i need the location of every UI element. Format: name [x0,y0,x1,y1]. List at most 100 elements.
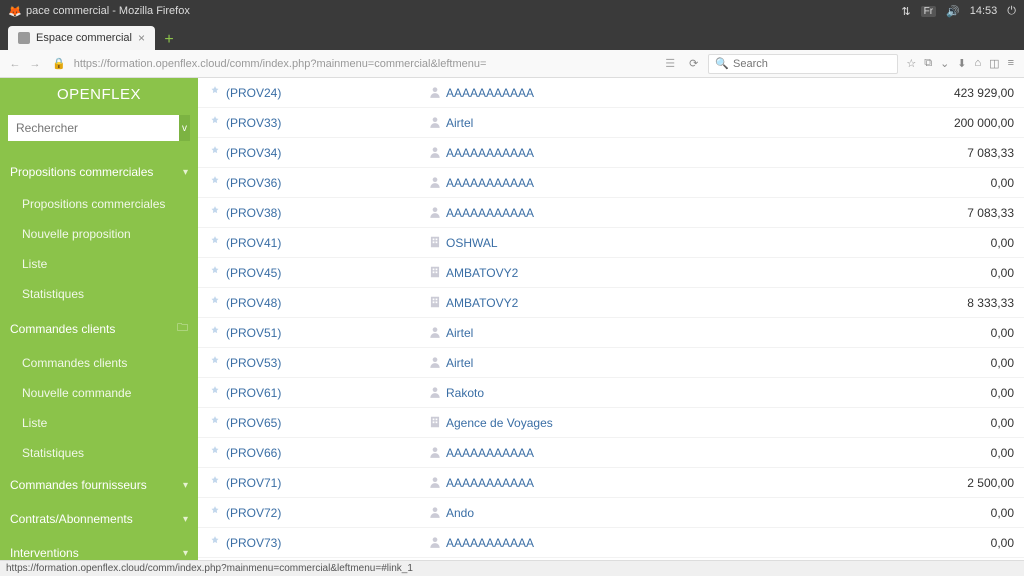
sidebar-search-go[interactable]: v [179,115,190,141]
sidebar-item[interactable]: Nouvelle proposition [0,219,198,249]
order-ref-link[interactable]: (PROV65) [226,416,281,430]
amount-cell: 423 929,00 [914,78,1024,108]
clock: 14:53 [970,5,998,17]
customer-link[interactable]: Airtel [446,116,473,130]
table-row: (PROV51)Airtel0,00 [198,318,1024,348]
order-ref-link[interactable]: (PROV51) [226,326,281,340]
table-row: (PROV45)AMBATOVY20,00 [198,258,1024,288]
order-ref-link[interactable]: (PROV73) [226,536,281,550]
sidebar-item[interactable]: Commandes clients [0,348,198,378]
customer-link[interactable]: AAAAAAAAAAA [446,86,534,100]
customer-link[interactable]: AAAAAAAAAAA [446,446,534,460]
address-text[interactable]: https://formation.openflex.cloud/comm/in… [74,58,658,70]
reload-icon[interactable]: ⟳ [683,57,704,70]
order-icon [208,295,222,309]
order-ref-link[interactable]: (PROV45) [226,266,281,280]
folder-icon: 🗀 [177,319,188,338]
nav-forward-icon[interactable]: → [26,58,44,70]
sidebar-item[interactable]: Propositions commerciales [0,189,198,219]
browser-search-input[interactable] [733,58,891,70]
customer-link[interactable]: AMBATOVY2 [446,296,518,310]
sidebar-section[interactable]: Commandes clients🗀 [0,309,198,348]
customer-link[interactable]: Airtel [446,356,473,370]
table-row: (PROV53) Airtel 0,00 [198,348,1024,378]
firefox-icon [8,5,20,17]
order-ref-link[interactable]: (PROV24) [226,86,281,100]
building-icon [428,295,442,309]
sidebar-item[interactable]: Nouvelle commande [0,378,198,408]
order-ref-link[interactable]: (PROV66) [226,446,281,460]
order-ref-link[interactable]: (PROV36) [226,176,281,190]
sidebar-section[interactable]: Contrats/Abonnements▾ [0,502,198,536]
building-icon [428,265,442,279]
chevron-down-icon: ▾ [183,167,188,178]
customer-link[interactable]: Airtel [446,326,473,340]
pocket-icon[interactable]: ⌄ [940,57,949,70]
sidebar-section[interactable]: Commandes fournisseurs▾ [0,468,198,502]
sidebar-search-input[interactable] [8,115,179,141]
window-title: pace commercial - Mozilla Firefox [26,5,190,17]
customer-link[interactable]: AAAAAAAAAAA [446,176,534,190]
sidebar-item[interactable]: Liste [0,408,198,438]
customer-link[interactable]: OSHWAL [446,236,498,250]
customer-link[interactable]: AMBATOVY2 [446,266,518,280]
amount-cell: 0,00 [914,438,1024,468]
menu-icon[interactable]: ≡ [1008,57,1014,70]
order-ref-link[interactable]: (PROV61) [226,386,281,400]
sidebar-section-label: Interventions [10,546,79,560]
table-row: (PROV65)Agence de Voyages0,00 [198,408,1024,438]
person-icon [428,85,442,99]
sidebar-icon[interactable]: ◫ [989,57,999,70]
amount-cell: 8 333,33 [914,288,1024,318]
browser-tab[interactable]: Espace commercial × [8,26,155,50]
person-icon [428,175,442,189]
browser-search[interactable]: 🔍 [708,54,898,74]
table-row: (PROV48) AMBATOVY2 8 333,33 [198,288,1024,318]
order-ref-link[interactable]: (PROV53) [226,356,281,370]
table-row: (PROV66) AAAAAAAAAAA 0,00 [198,438,1024,468]
amount-cell: 2 500,00 [914,468,1024,498]
order-ref-link[interactable]: (PROV34) [226,146,281,160]
sidebar-section[interactable]: Interventions▾ [0,536,198,560]
table-row: (PROV33)Airtel200 000,00 [198,108,1024,138]
lang-indicator: Fr [921,6,936,17]
amount-cell: 0,00 [914,348,1024,378]
sidebar-item[interactable]: Statistiques [0,438,198,468]
order-ref-link[interactable]: (PROV41) [226,236,281,250]
customer-link[interactable]: Rakoto [446,386,484,400]
sidebar-section[interactable]: Propositions commerciales▾ [0,155,198,189]
order-icon [208,385,222,399]
person-icon [428,445,442,459]
power-icon[interactable]: ⏻ [1007,5,1016,18]
order-ref-link[interactable]: (PROV48) [226,296,281,310]
order-ref-link[interactable]: (PROV72) [226,506,281,520]
sidebar-item[interactable]: Liste [0,249,198,279]
table-row: (PROV72)Ando0,00 [198,498,1024,528]
new-tab-button[interactable]: + [159,30,179,50]
customer-link[interactable]: Agence de Voyages [446,416,553,430]
sidebar-item[interactable]: Statistiques [0,279,198,309]
order-ref-link[interactable]: (PROV33) [226,116,281,130]
table-row: (PROV36)AAAAAAAAAAA0,00 [198,168,1024,198]
order-ref-link[interactable]: (PROV71) [226,476,281,490]
home-icon[interactable]: ⌂ [975,57,982,70]
sidebar-section-label: Contrats/Abonnements [10,512,133,526]
customer-link[interactable]: AAAAAAAAAAA [446,476,534,490]
customer-link[interactable]: AAAAAAAAAAA [446,206,534,220]
sidebar-section-label: Commandes fournisseurs [10,478,147,492]
sound-icon: 🔊 [946,5,960,18]
star-icon[interactable]: ☆ [906,57,916,70]
customer-link[interactable]: AAAAAAAAAAA [446,536,534,550]
customer-link[interactable]: AAAAAAAAAAA [446,146,534,160]
person-icon [428,385,442,399]
order-ref-link[interactable]: (PROV38) [226,206,281,220]
building-icon [428,235,442,249]
library-icon[interactable]: ⧉ [924,57,932,70]
nav-back-icon[interactable]: ← [6,58,24,70]
reader-mode-icon[interactable]: ☰ [661,57,679,70]
person-icon [428,355,442,369]
customer-link[interactable]: Ando [446,506,474,520]
order-icon [208,175,222,189]
close-tab-icon[interactable]: × [138,31,145,45]
download-icon[interactable]: ⬇ [957,57,966,70]
